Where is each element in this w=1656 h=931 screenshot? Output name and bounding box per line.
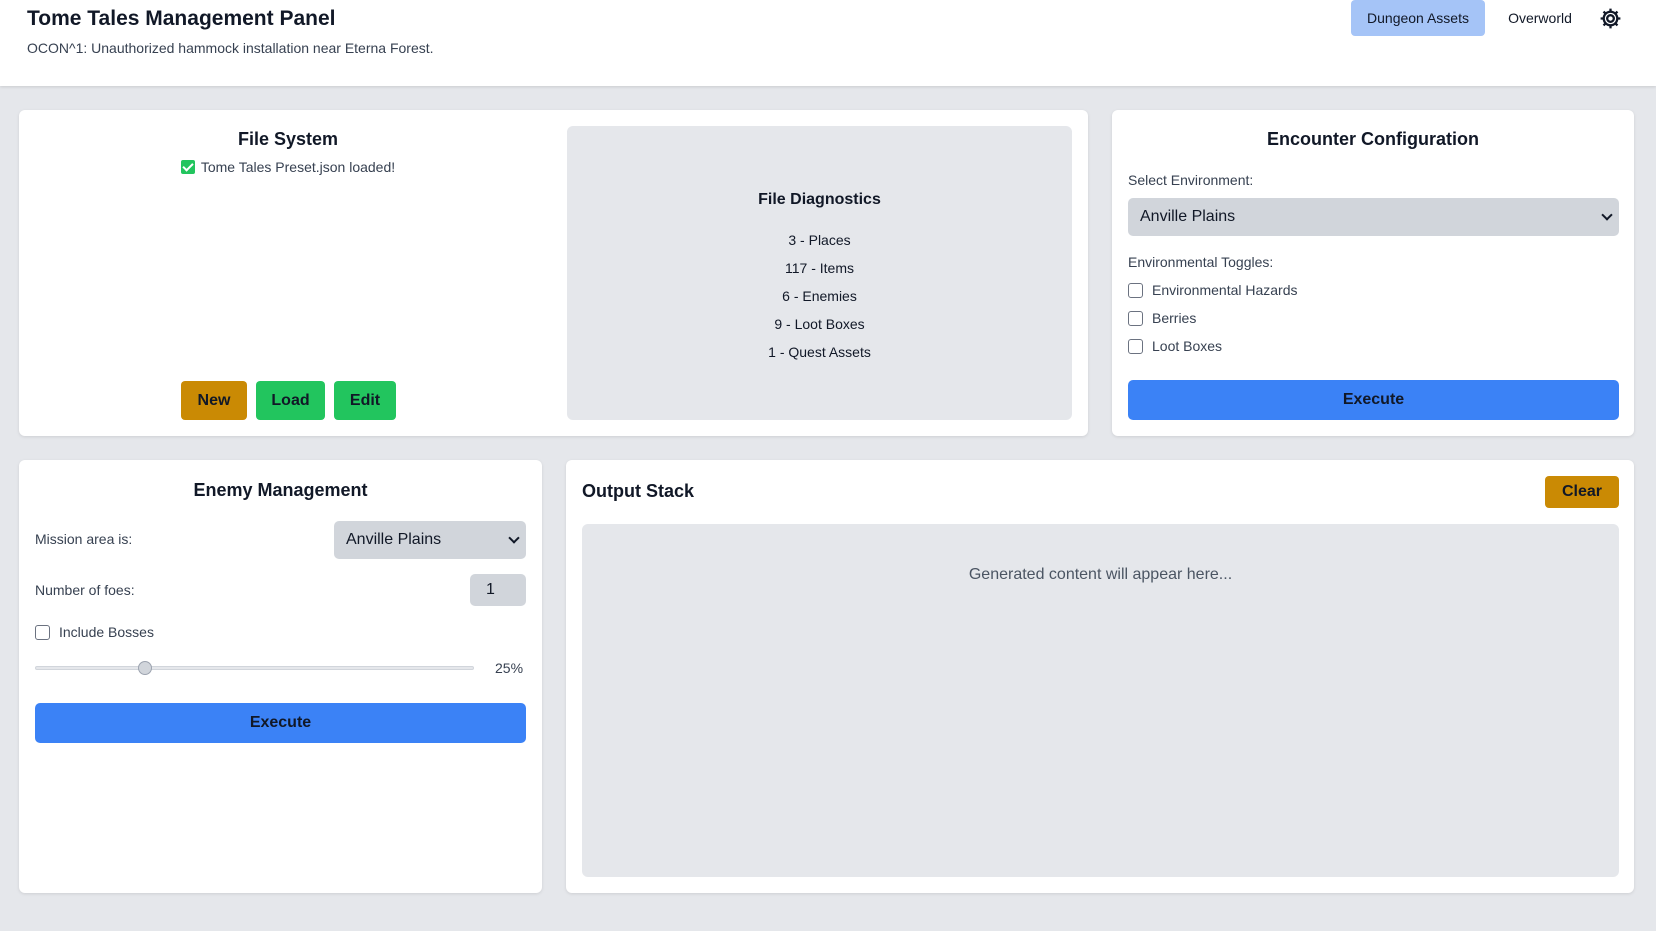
checkbox[interactable] xyxy=(1128,310,1143,326)
clear-button[interactable]: Clear xyxy=(1545,476,1619,508)
checkbox[interactable] xyxy=(1128,338,1143,354)
include-bosses-label: Include Bosses xyxy=(59,624,154,640)
slider-value: 25% xyxy=(495,660,524,676)
toggle-berries[interactable]: Berries xyxy=(1128,310,1196,326)
checkbox[interactable] xyxy=(35,624,50,640)
diagnostics-list: 3 - Places 117 - Items 6 - Enemies 9 - L… xyxy=(567,226,1072,366)
foes-count-input[interactable]: 1 xyxy=(470,574,526,606)
output-stack-title: Output Stack xyxy=(582,481,695,501)
number-of-foes-label: Number of foes: xyxy=(35,582,135,598)
tab-dungeon-assets[interactable]: Dungeon Assets xyxy=(1351,0,1485,36)
output-placeholder: Generated content will appear here... xyxy=(968,566,1233,583)
chevron-down-icon xyxy=(508,532,520,544)
slider-handle[interactable] xyxy=(137,661,152,675)
file-system-card: File System Tome Tales Preset.json loade… xyxy=(19,110,1088,436)
encounter-config-card: Encounter Configuration Select Environme… xyxy=(1112,110,1634,436)
file-diagnostics-panel: File Diagnostics 3 - Places 117 - Items … xyxy=(567,126,1072,420)
environment-select[interactable]: Anville Plains xyxy=(1128,198,1619,236)
list-item: 9 - Loot Boxes xyxy=(774,316,865,332)
include-bosses-toggle[interactable]: Include Bosses xyxy=(35,624,154,640)
output-stack-card: Output Stack Clear Generated content wil… xyxy=(566,460,1634,893)
tab-overworld[interactable]: Overworld xyxy=(1499,0,1581,36)
load-button[interactable]: Load xyxy=(256,381,325,420)
toggle-loot-boxes[interactable]: Loot Boxes xyxy=(1128,338,1222,354)
mission-area-select[interactable]: Anville Plains xyxy=(334,521,526,559)
enemy-management-title: Enemy Management xyxy=(193,480,368,500)
file-system-title: File System xyxy=(237,129,339,149)
mission-area-label: Mission area is: xyxy=(35,531,133,547)
toggle-label: Loot Boxes xyxy=(1152,338,1223,354)
enemy-management-card: Enemy Management Mission area is: Anvill… xyxy=(19,460,542,893)
toggle-label: Environmental Hazards xyxy=(1152,282,1298,298)
file-loaded-text: Tome Tales Preset.json loaded! xyxy=(200,159,396,175)
edit-button[interactable]: Edit xyxy=(334,381,396,420)
list-item: 6 - Enemies xyxy=(782,288,857,304)
toggle-environmental-hazards[interactable]: Environmental Hazards xyxy=(1128,282,1298,298)
toggle-label: Berries xyxy=(1152,310,1197,326)
top-header: Tome Tales Management Panel OCON^1: Unau… xyxy=(0,0,1656,86)
status-subtitle: OCON^1: Unauthorized hammock installatio… xyxy=(27,40,434,56)
environment-select-value: Anville Plains xyxy=(1140,208,1236,225)
gear-icon[interactable] xyxy=(1598,6,1623,31)
checkbox-checked-icon xyxy=(180,160,195,174)
new-button[interactable]: New xyxy=(181,381,247,420)
encounter-config-title: Encounter Configuration xyxy=(1267,129,1479,149)
page-title: Tome Tales Management Panel xyxy=(27,7,336,30)
mission-area-value: Anville Plains xyxy=(346,531,442,548)
list-item: 1 - Quest Assets xyxy=(768,344,871,360)
checkbox[interactable] xyxy=(1128,282,1143,298)
list-item: 117 - Items xyxy=(785,260,854,276)
file-diagnostics-title: File Diagnostics xyxy=(758,191,881,208)
chevron-down-icon xyxy=(1601,209,1613,221)
boss-ratio-slider[interactable] xyxy=(35,666,474,670)
file-loaded-status: Tome Tales Preset.json loaded! xyxy=(19,159,557,175)
environmental-toggles-label: Environmental Toggles: xyxy=(1128,254,1274,270)
list-item: 3 - Places xyxy=(788,232,851,248)
enemy-execute-button[interactable]: Execute xyxy=(35,703,526,743)
output-area: Generated content will appear here... xyxy=(582,524,1619,877)
encounter-execute-button[interactable]: Execute xyxy=(1128,380,1619,420)
select-environment-label: Select Environment: xyxy=(1128,172,1254,188)
